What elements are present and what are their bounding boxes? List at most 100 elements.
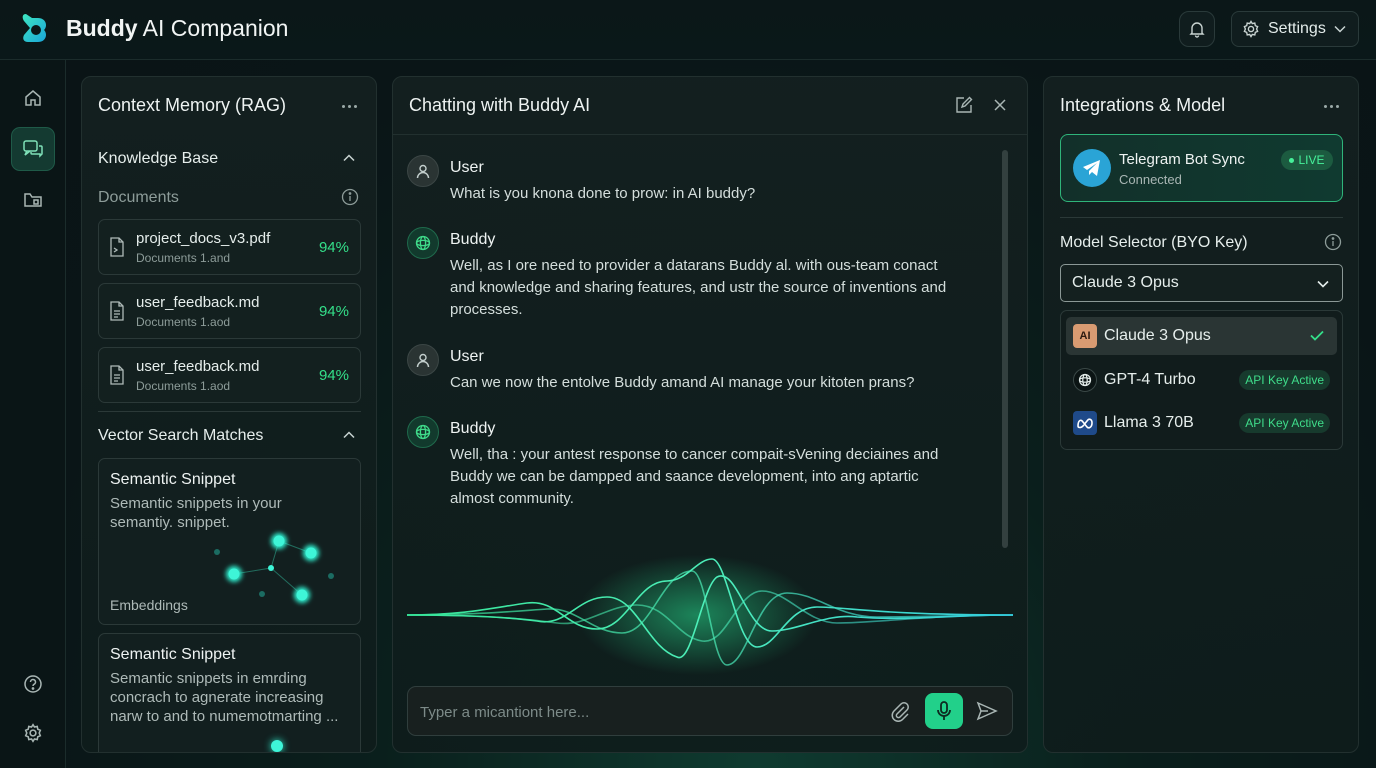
panel-title: Integrations & Model [1060, 95, 1226, 115]
chat-scrollbar[interactable] [1002, 150, 1008, 548]
settings-label: Settings [1268, 20, 1326, 37]
telegram-title: Telegram Bot Sync [1119, 151, 1245, 168]
knowledge-base-header[interactable]: Knowledge Base [98, 150, 218, 168]
semantic-snippet-card[interactable]: Semantic Snippet Semantic snippets in em… [98, 633, 361, 752]
snippet-body: Semantic snippets in emrding concrach to… [110, 670, 339, 725]
telegram-integration-card[interactable]: Telegram Bot Sync Connected LIVE [1060, 134, 1343, 202]
divider [98, 411, 361, 412]
model-option-llama[interactable]: Llama 3 70B API Key Active [1066, 404, 1337, 442]
api-key-badge: API Key Active [1239, 413, 1330, 433]
chevron-down-icon [1334, 25, 1346, 33]
divider [1060, 217, 1343, 218]
anthropic-icon: AI [1073, 324, 1097, 348]
message-input-box [407, 686, 1013, 736]
model-option-label: Llama 3 70B [1104, 414, 1194, 431]
buddy-logo-icon [20, 12, 50, 44]
model-option-label: Claude 3 Opus [1104, 327, 1211, 344]
message-author: Buddy [450, 420, 496, 437]
document-item[interactable]: user_feedback.md Documents 1.aod 94% [98, 283, 361, 339]
help-icon [24, 675, 42, 693]
settings-button[interactable]: Settings [1231, 11, 1359, 47]
user-avatar-icon [407, 344, 439, 376]
gear-icon [1243, 20, 1259, 38]
user-avatar-icon [407, 155, 439, 187]
panel-title: Context Memory (RAG) [98, 95, 287, 115]
message-text: Can we now the entolve Buddy amand AI ma… [450, 374, 915, 391]
snippet-tag: Embeddings [110, 597, 188, 613]
nav-files[interactable] [11, 178, 55, 222]
meta-icon [1073, 411, 1097, 435]
openai-icon [1073, 368, 1097, 392]
app-title: Buddy AI Companion [66, 15, 289, 41]
document-source: Documents 1.aod [136, 315, 231, 329]
telegram-status: Connected [1119, 172, 1182, 187]
document-item[interactable]: user_feedback.md Documents 1.aod 94% [98, 347, 361, 403]
more-options-icon[interactable] [342, 103, 360, 109]
document-match-percent: 94% [318, 239, 349, 256]
top-bar: Buddy AI Companion Settings [0, 0, 1376, 60]
document-name: user_feedback.md [136, 294, 260, 311]
embedding-dot-icon [271, 740, 283, 752]
live-dot-icon [1289, 157, 1295, 163]
document-source: Documents 1.and [136, 251, 231, 265]
model-option-claude[interactable]: AI Claude 3 Opus [1066, 317, 1337, 355]
live-badge: LIVE [1281, 150, 1333, 170]
message-text: Well, tha : your antest response to canc… [450, 446, 939, 507]
snippet-title: Semantic Snippet [110, 471, 236, 488]
nav-rail [0, 60, 66, 768]
bell-icon [1189, 22, 1205, 38]
model-selector-label: Model Selector (BYO Key) [1060, 234, 1248, 251]
message-text: Well, as I ore need to provider a datara… [450, 257, 947, 318]
paperclip-icon[interactable] [890, 701, 910, 723]
chat-message: Buddy Well, tha : your antest response t… [407, 416, 967, 516]
chat-header: Chatting with Buddy AI [393, 77, 1027, 135]
more-options-icon[interactable] [1324, 103, 1342, 109]
context-memory-panel: Context Memory (RAG) Knowledge Base Docu… [81, 76, 377, 753]
microphone-button[interactable] [925, 693, 963, 729]
nav-help[interactable] [11, 662, 55, 706]
chat-icon [23, 140, 43, 158]
chat-title: Chatting with Buddy AI [409, 95, 591, 115]
chat-panel: Chatting with Buddy AI User What is you … [392, 76, 1028, 753]
message-input[interactable] [420, 699, 870, 725]
edit-icon[interactable] [955, 96, 973, 114]
snippet-title: Semantic Snippet [110, 646, 236, 663]
chevron-up-icon[interactable] [343, 154, 355, 162]
notifications-button[interactable] [1179, 11, 1215, 47]
chat-message: User What is you knona done to prow: in … [407, 155, 967, 205]
nav-settings[interactable] [11, 711, 55, 755]
microphone-icon [937, 701, 951, 720]
embedding-graph-icon [214, 533, 334, 603]
nav-home[interactable] [11, 76, 55, 120]
chat-message: Buddy Well, as I ore need to provider a … [407, 227, 967, 327]
model-select[interactable]: Claude 3 Opus [1060, 264, 1343, 302]
api-key-badge: API Key Active [1239, 370, 1330, 390]
checkmark-icon [1310, 330, 1324, 341]
pdf-file-icon [110, 237, 124, 257]
home-icon [25, 90, 41, 106]
close-icon[interactable] [993, 98, 1007, 112]
message-text: What is you knona done to prow: in AI bu… [450, 185, 756, 202]
chevron-up-icon[interactable] [343, 431, 355, 439]
model-option-gpt4[interactable]: GPT-4 Turbo API Key Active [1066, 361, 1337, 399]
telegram-icon [1073, 149, 1111, 187]
info-icon[interactable] [341, 188, 359, 206]
semantic-snippet-card[interactable]: Semantic Snippet Semantic snippets in yo… [98, 458, 361, 625]
document-name: user_feedback.md [136, 358, 260, 375]
model-option-label: GPT-4 Turbo [1104, 371, 1196, 388]
bot-avatar-icon [407, 416, 439, 448]
document-match-percent: 94% [318, 303, 349, 320]
message-author: User [450, 348, 484, 365]
gear-icon [24, 723, 42, 743]
document-source: Documents 1.aod [136, 379, 231, 393]
send-icon[interactable] [976, 701, 998, 721]
voice-waveform [407, 555, 1013, 675]
document-match-percent: 94% [318, 367, 349, 384]
document-name: project_docs_v3.pdf [136, 230, 271, 247]
folder-icon [24, 193, 42, 207]
document-item[interactable]: project_docs_v3.pdf Documents 1.and 94% [98, 219, 361, 275]
nav-chat[interactable] [11, 127, 55, 171]
vector-search-header[interactable]: Vector Search Matches [98, 427, 263, 445]
info-icon[interactable] [1324, 233, 1342, 251]
model-select-value: Claude 3 Opus [1072, 274, 1179, 291]
